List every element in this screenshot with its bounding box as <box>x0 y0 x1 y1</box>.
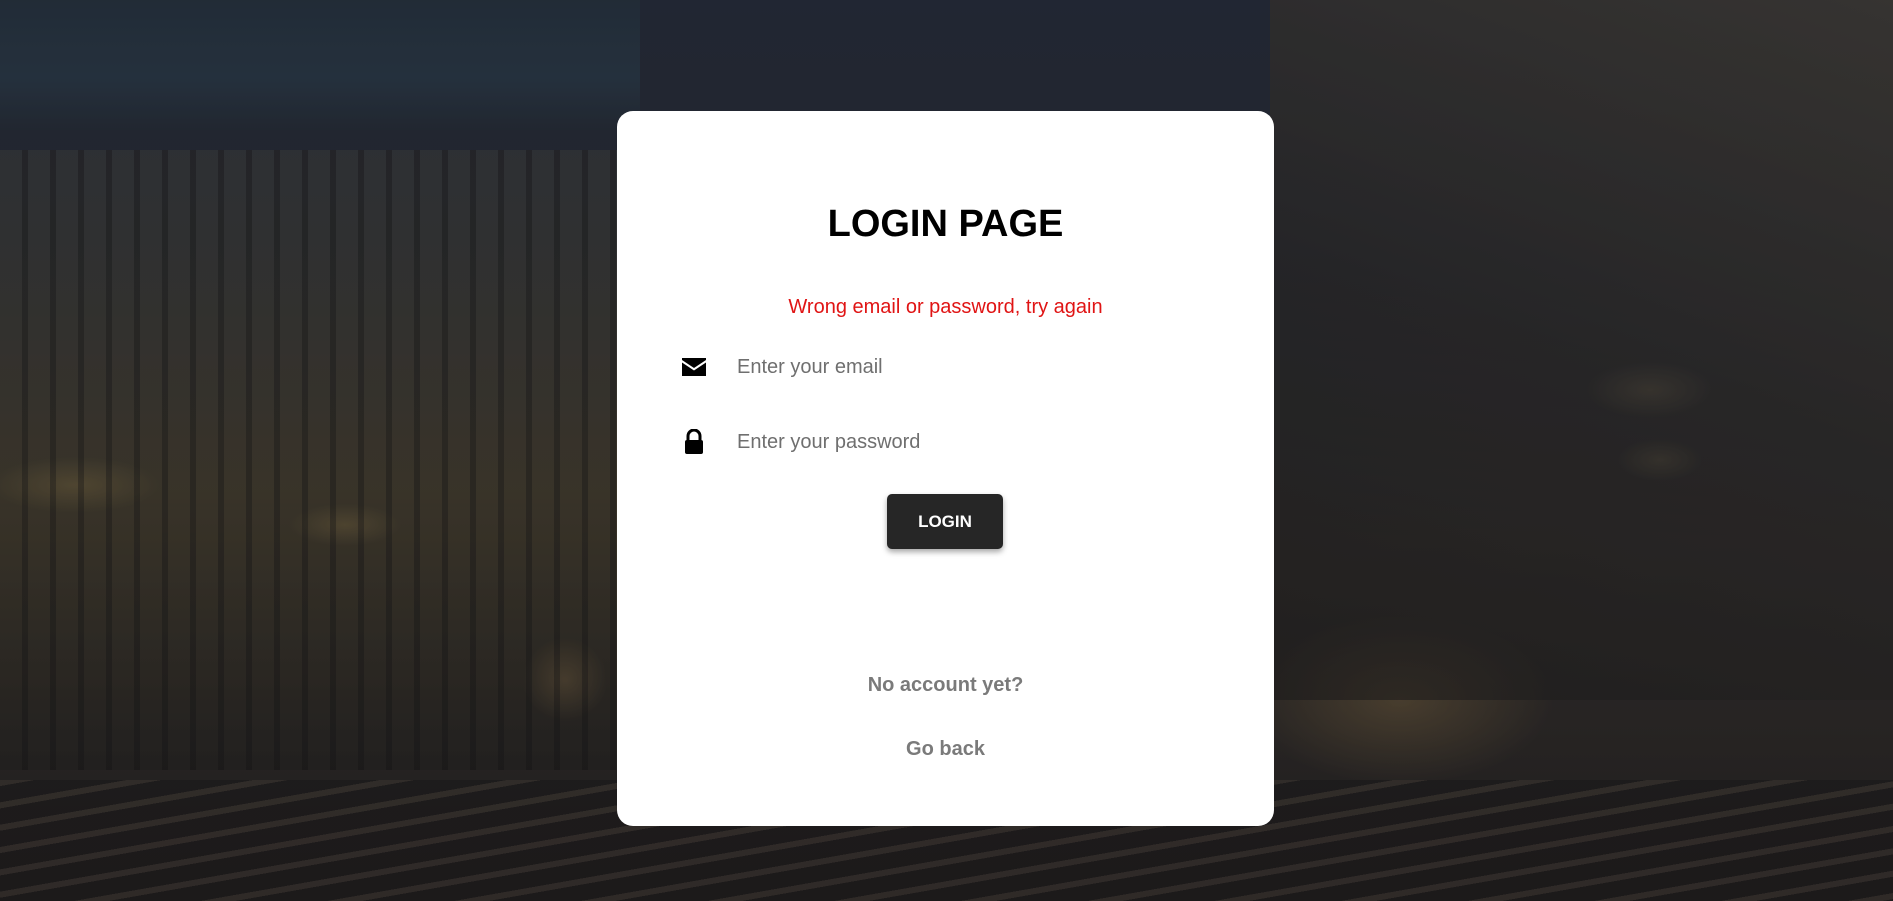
password-input[interactable] <box>737 430 1177 454</box>
signup-link[interactable]: No account yet? <box>868 672 1024 698</box>
lock-icon <box>677 425 711 459</box>
error-message: Wrong email or password, try again <box>788 296 1103 318</box>
envelope-icon <box>677 350 711 384</box>
login-button[interactable]: LOGIN <box>887 494 1003 549</box>
signup-link-row: No account yet? <box>617 672 1274 698</box>
password-row <box>677 420 1217 464</box>
back-link-row: Go back <box>617 736 1274 762</box>
email-input[interactable] <box>737 355 1177 379</box>
email-row <box>677 345 1217 389</box>
page-title: LOGIN PAGE <box>827 203 1064 245</box>
go-back-link[interactable]: Go back <box>906 736 985 762</box>
login-card: LOGIN PAGE Wrong email or password, try … <box>617 111 1274 826</box>
